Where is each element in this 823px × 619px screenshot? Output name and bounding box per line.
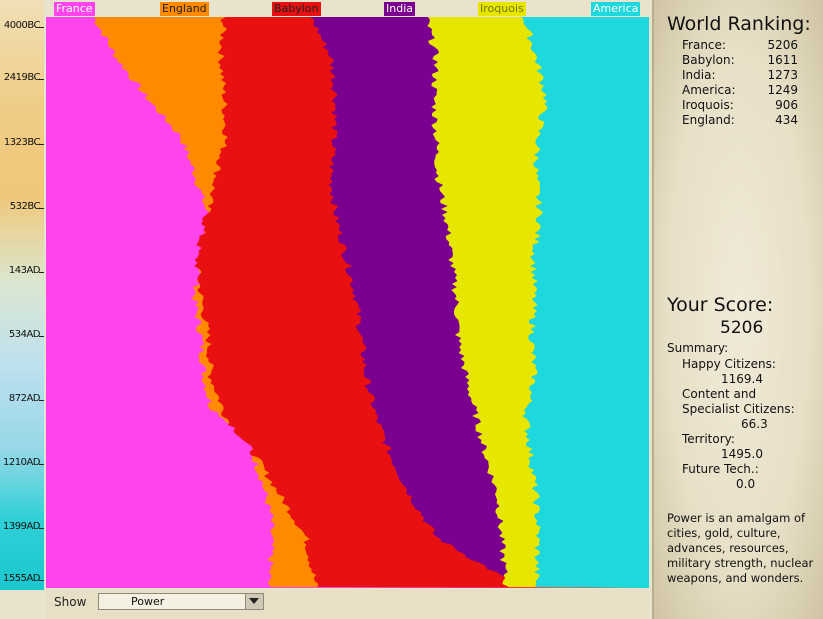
show-label: Show [54,595,87,609]
tick-mark [39,528,44,529]
civ-label-iroquois: Iroquois [478,2,526,16]
civ-label-france: France [54,2,95,16]
timeline-axis: 4000BC 2419BC 1323BC 532BC 143AD 534AD 8… [0,0,44,590]
ranking-value: 5206 [767,38,798,52]
ranking-row: Babylon: 1611 [682,53,798,68]
timeline-tick-label: 143AD [8,265,41,276]
dropdown-arrow-button[interactable] [245,594,263,609]
timeline-tick-label: 534AD [8,329,41,340]
specialist-label: Specialist Citizens: [682,402,795,416]
world-ranking-title: World Ranking: [667,13,811,35]
happy-citizens-value: 1169.4 [721,372,763,386]
future-tech-value: 0.0 [736,477,756,491]
ranking-row: Iroquois: 906 [682,98,798,113]
ranking-name: India: [682,68,716,82]
civ-label-america: America [591,2,641,16]
chart-canvas [93,17,649,588]
ranking-name: America: [682,83,736,97]
ranking-value: 1611 [767,53,798,67]
ranking-name: Iroquois: [682,98,734,112]
tick-mark [39,208,44,209]
timeline-tick-label: 1210AD [3,457,41,468]
ranking-name: France: [682,38,726,52]
ranking-row: England: 434 [682,113,798,128]
tick-mark [39,272,44,273]
ranking-value: 906 [775,98,798,112]
timeline-tick-label: 1323BC [3,137,41,148]
timeline-tick-label: 2419BC [3,72,41,83]
your-score-title: Your Score: [667,294,774,316]
territory-value: 1495.0 [721,447,763,461]
content-label: Content and [682,387,757,401]
future-tech-label: Future Tech.: [682,462,759,476]
civ-label-india: India [384,2,415,16]
timeline-tick-label: 532BC [9,201,41,212]
ranking-value: 1249 [767,83,798,97]
ranking-row: France: 5206 [682,38,798,53]
timeline-tick-label: 872AD [8,393,41,404]
timeline-tick-label: 1399AD [3,521,41,532]
civilization-legend: France England Babylon India Iroquois Am… [46,2,649,17]
tick-mark [39,27,44,28]
tick-mark [39,400,44,401]
power-description: Power is an amalgam of cities, gold, cul… [667,511,814,585]
civ-label-babylon: Babylon [272,2,321,16]
tick-mark [39,144,44,145]
tick-mark [39,580,44,581]
your-score-value: 5206 [720,318,764,338]
ranking-row: India: 1273 [682,68,798,83]
ranking-name: England: [682,113,735,127]
show-dropdown[interactable]: Power [98,593,264,610]
tick-mark [39,464,44,465]
timeline-tick-label: 4000BC [3,20,41,31]
summary-title: Summary: [667,341,729,355]
ranking-name: Babylon: [682,53,735,67]
ranking-value: 1273 [767,68,798,82]
timeline-tick-label: 1555AD [3,573,41,584]
ranking-row: America: 1249 [682,83,798,98]
ranking-value: 434 [775,113,798,127]
show-dropdown-value: Power [131,595,165,608]
chevron-down-icon [249,598,259,604]
power-history-chart [46,17,649,588]
info-panel: World Ranking: France: 5206 Babylon: 1611 … [652,0,823,619]
civ-label-england: England [160,2,209,16]
bottom-controls: Show Power [46,590,649,619]
content-specialist-value: 66.3 [741,417,768,431]
tick-mark [39,79,44,80]
territory-label: Territory: [682,432,735,446]
tick-mark [39,336,44,337]
happy-citizens-label: Happy Citizens: [682,357,776,371]
